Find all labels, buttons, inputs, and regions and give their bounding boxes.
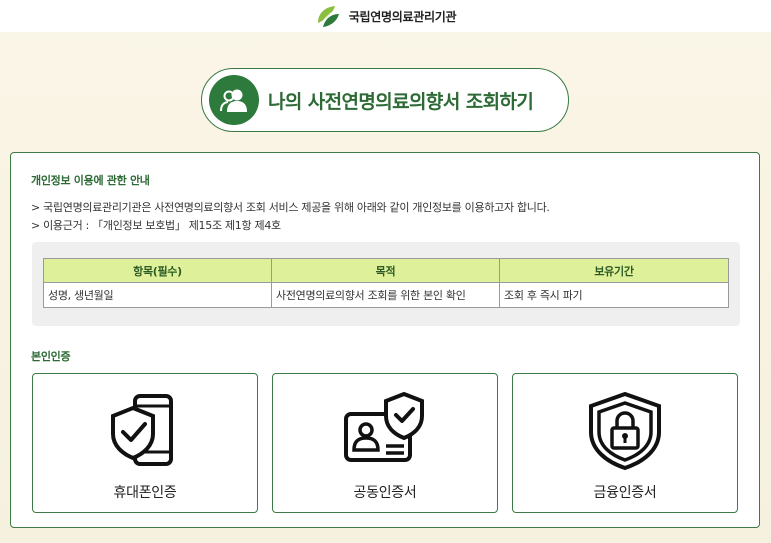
column-header: 보유기간: [499, 258, 729, 283]
auth-option-label: 공동인증서: [353, 485, 417, 501]
joint-certificate-button[interactable]: 공동인증서: [272, 373, 498, 513]
table-header-row: 항목(필수) 목적 보유기간: [43, 258, 729, 283]
org-logo[interactable]: 국립연명의료관리기관: [315, 3, 457, 29]
auth-heading: 본인인증: [31, 350, 71, 363]
shield-lock-icon: [589, 391, 661, 471]
leaf-logo-icon: [317, 6, 339, 27]
auth-option-label: 금융인증서: [593, 485, 657, 501]
table-cell: 조회 후 즉시 파기: [499, 282, 729, 308]
privacy-table: 항목(필수) 목적 보유기간 성명, 생년월일 사전연명의료의향서 조회를 위한…: [43, 258, 729, 308]
top-bar: 국립연명의료관리기관: [0, 0, 771, 32]
users-icon: [220, 89, 247, 112]
page-title-banner: 나의 사전연명의료의향서 조회하기: [201, 68, 569, 132]
column-header: 목적: [271, 258, 500, 283]
table-cell: 사전연명의료의향서 조회를 위한 본인 확인: [271, 282, 500, 308]
id-card-shield-icon: [344, 391, 424, 462]
mobile-auth-button[interactable]: 휴대폰인증: [32, 373, 258, 513]
title-icon-circle: [209, 75, 259, 125]
privacy-table-container: 항목(필수) 목적 보유기간 성명, 생년월일 사전연명의료의향서 조회를 위한…: [32, 242, 740, 326]
page-title: 나의 사전연명의료의향서 조회하기: [268, 91, 534, 113]
privacy-heading: 개인정보 이용에 관한 안내: [31, 174, 150, 187]
table-cell: 성명, 생년월일: [43, 282, 272, 308]
auth-option-label: 휴대폰인증: [113, 485, 177, 501]
privacy-basis-line: > 이용근거 : 「개인정보 보호법」 제15조 제1항 제4호: [31, 219, 281, 232]
table-row: 성명, 생년월일 사전연명의료의향서 조회를 위한 본인 확인 조회 후 즉시 …: [43, 282, 729, 308]
column-header: 항목(필수): [43, 258, 272, 283]
main-card: 개인정보 이용에 관한 안내 > 국립연명의료관리기관은 사전연명의료의향서 조…: [10, 152, 760, 528]
org-name: 국립연명의료관리기관: [348, 9, 457, 24]
financial-certificate-button[interactable]: 금융인증서: [512, 373, 738, 513]
mobile-shield-icon: [111, 394, 173, 466]
privacy-notice-line: > 국립연명의료관리기관은 사전연명의료의향서 조회 서비스 제공을 위해 아래…: [31, 201, 550, 214]
